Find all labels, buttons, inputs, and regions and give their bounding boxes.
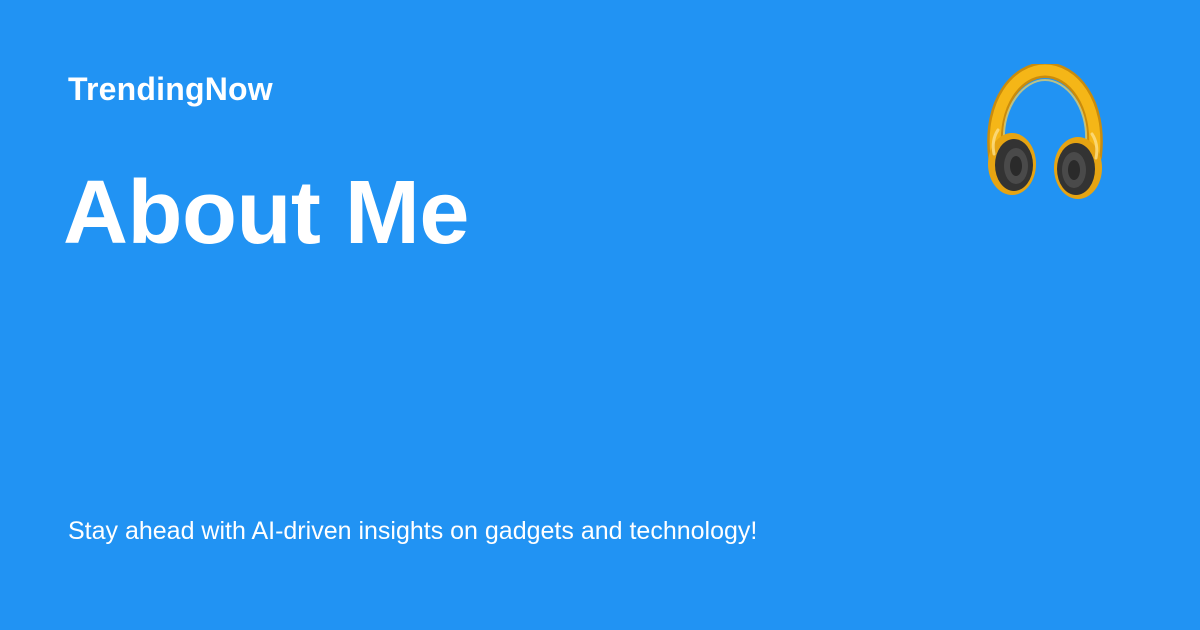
social-card: TrendingNow About Me Stay ahead with AI-… [0,0,1200,630]
page-title: About Me [63,163,469,263]
tagline: Stay ahead with AI-driven insights on ga… [68,517,758,545]
headphones-icon [987,64,1103,199]
site-brand: TrendingNow [68,71,273,107]
